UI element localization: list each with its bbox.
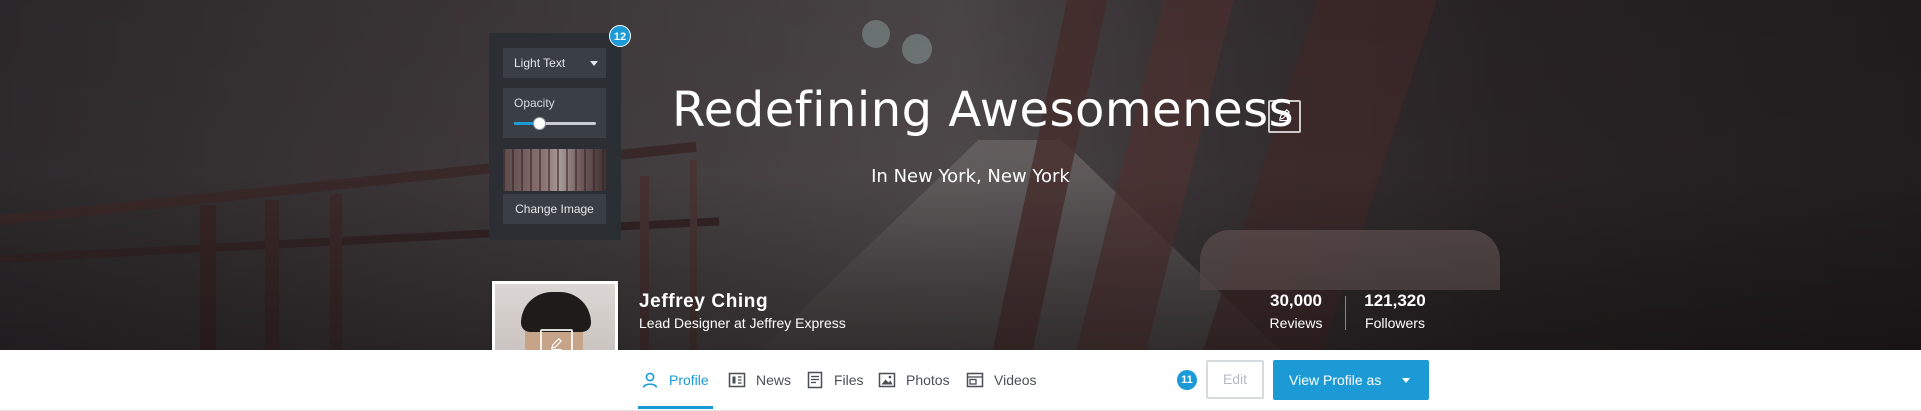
page-subtitle: In New York, New York [871, 166, 1070, 187]
text-style-select[interactable]: Light Text [503, 48, 606, 78]
stat-divider [1345, 296, 1346, 330]
stat-reviews: 30,000 Reviews [1258, 291, 1334, 331]
file-icon [806, 371, 824, 389]
page-title: Redefining Awesomeness [672, 82, 1295, 138]
stat-value: 30,000 [1270, 291, 1322, 310]
text-style-value: Light Text [514, 56, 566, 70]
video-icon [966, 371, 984, 389]
stat-label: Reviews [1269, 315, 1323, 331]
tab-label: Files [834, 371, 864, 388]
profile-nav-bar [0, 350, 1921, 411]
opacity-control: Opacity [503, 88, 606, 138]
nav-badge: 11 [1177, 370, 1197, 390]
tab-profile[interactable]: Profile [641, 350, 709, 409]
chevron-down-icon[interactable] [1402, 378, 1410, 383]
tab-label: Videos [994, 371, 1037, 388]
tab-videos[interactable]: Videos [966, 350, 1037, 409]
stat-value: 121,320 [1364, 291, 1426, 310]
stat-label: Followers [1365, 315, 1425, 331]
view-profile-as-button[interactable]: View Profile as [1273, 360, 1429, 400]
profile-role: Lead Designer at Jeffrey Express [639, 315, 846, 331]
opacity-label: Opacity [514, 96, 555, 110]
opacity-slider[interactable] [514, 117, 596, 130]
cover-thumbnail [503, 149, 606, 191]
edit-button[interactable]: Edit [1206, 360, 1264, 399]
chevron-down-icon [590, 61, 598, 66]
view-profile-as-label: View Profile as [1289, 372, 1382, 388]
pencil-icon [1277, 107, 1292, 127]
panel-badge: 12 [609, 25, 631, 47]
tab-label: Photos [906, 371, 950, 388]
edit-title-button[interactable] [1268, 100, 1301, 133]
stat-followers: 121,320 Followers [1357, 291, 1433, 331]
change-image-button[interactable]: Change Image [503, 194, 606, 224]
user-icon [641, 371, 659, 389]
image-icon [878, 371, 896, 389]
opacity-slider-handle[interactable] [532, 117, 546, 130]
tab-label: News [756, 371, 792, 388]
active-tab-indicator [638, 406, 713, 409]
news-icon [728, 371, 746, 389]
tab-news[interactable]: News [728, 350, 791, 409]
tab-label: Profile [669, 371, 709, 388]
profile-name: Jeffrey Ching [639, 291, 769, 312]
tab-photos[interactable]: Photos [878, 350, 950, 409]
tab-files[interactable]: Files [806, 350, 864, 409]
